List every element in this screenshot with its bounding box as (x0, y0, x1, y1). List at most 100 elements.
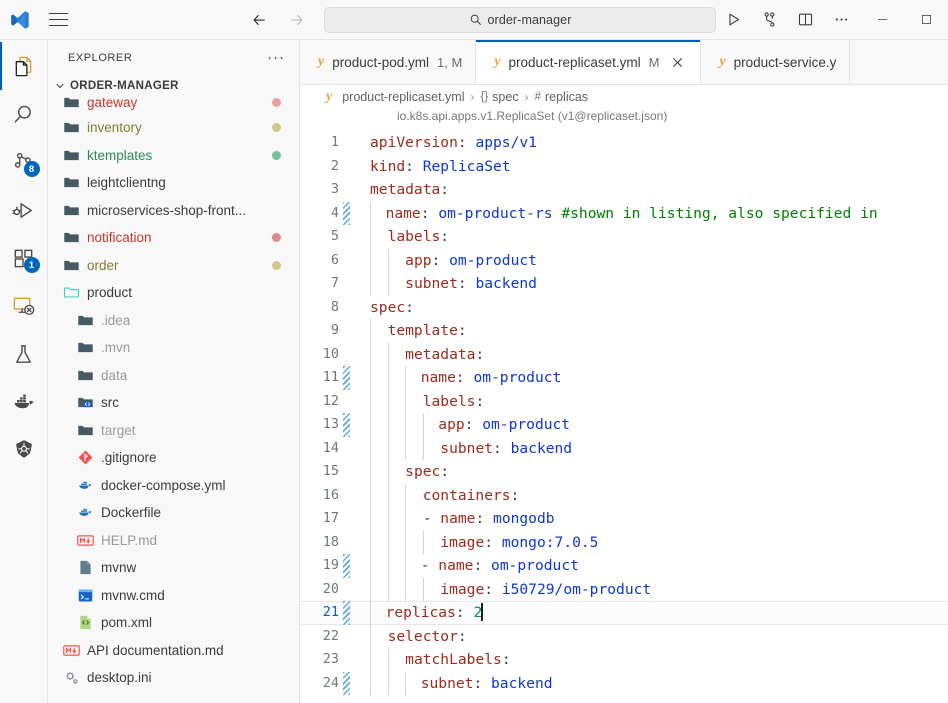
tree-item-gateway[interactable]: gateway (48, 97, 299, 114)
tree-item-help-md[interactable]: HELP.md (48, 527, 299, 555)
arrow-back-icon[interactable] (248, 9, 270, 31)
activity-bar: 8 1 (0, 40, 48, 703)
code-line[interactable]: 8 spec: (300, 296, 948, 320)
tree-item-docker-compose-yml[interactable]: docker-compose.yml (48, 472, 299, 500)
tree-item-target[interactable]: target (48, 417, 299, 445)
command-center-search[interactable]: order-manager (324, 6, 716, 33)
code-line[interactable]: 7 subnet: backend (300, 272, 948, 296)
code-line[interactable]: 5 labels: (300, 225, 948, 249)
tree-item-notification[interactable]: notification (48, 224, 299, 252)
code-line[interactable]: 17 - name: mongodb (300, 507, 948, 531)
code-line[interactable]: 20 image: i50729/om-product (300, 577, 948, 601)
indent-guide (387, 554, 389, 578)
code-line[interactable]: 13 app: om-product (300, 413, 948, 437)
code-line[interactable]: 12 labels: (300, 389, 948, 413)
sidebar-header: EXPLORER ··· (48, 40, 299, 75)
sidebar-more-actions-button[interactable]: ··· (261, 50, 291, 65)
tree-item-data[interactable]: data (48, 362, 299, 390)
tree-item-leightclientng[interactable]: leightclientng (48, 169, 299, 197)
indent-guide (387, 648, 389, 672)
code-line[interactable]: 2 kind: ReplicaSet (300, 155, 948, 179)
close-icon[interactable] (667, 52, 687, 72)
tree-item-label: mvnw.cmd (101, 587, 165, 603)
line-number: 14 (322, 439, 339, 456)
tree-item-inventory[interactable]: inventory (48, 114, 299, 142)
activity-search[interactable] (0, 90, 48, 138)
tab-product-service[interactable]: y product-service.y (701, 40, 851, 84)
activity-explorer[interactable] (0, 42, 48, 90)
line-number: 10 (322, 345, 339, 362)
code-text: spec: (405, 463, 450, 480)
tree-item-mvnw[interactable]: mvnw (48, 554, 299, 582)
activity-testing[interactable] (0, 330, 48, 378)
code-line[interactable]: 10 metadata: (300, 342, 948, 366)
line-number: 19 (322, 557, 339, 573)
line-number: 20 (322, 580, 339, 597)
code-line[interactable]: 15 spec: (300, 460, 948, 484)
breadcrumb-item[interactable]: # replicas (535, 90, 588, 104)
code-line[interactable]: 16 containers: (300, 483, 948, 507)
tree-item-microservices-shop-front[interactable]: microservices-shop-front... (48, 197, 299, 225)
tree-item-dockerfile[interactable]: Dockerfile (48, 499, 299, 527)
tree-item-api-documentation-md[interactable]: API documentation.md (48, 637, 299, 665)
editor-area: y product-pod.yml 1, M y product-replicaset.… (300, 40, 948, 703)
code-line[interactable]: 4 name: om-product-rs #shown in listing,… (300, 201, 948, 225)
more-actions-button[interactable] (824, 5, 858, 35)
indent-guide (422, 413, 424, 437)
gutter-spacer (342, 507, 352, 531)
maximize-window-button[interactable] (904, 0, 948, 40)
activity-source-control[interactable]: 8 (0, 138, 48, 186)
code-line[interactable]: 11 name: om-product (300, 366, 948, 390)
code-line[interactable]: 22 selector: (300, 624, 948, 648)
code-editor[interactable]: 1 apiVersion: apps/v1 2 kind: ReplicaSet 3 me… (300, 131, 948, 703)
source-control-badge: 8 (23, 161, 40, 177)
code-line[interactable]: 19 - name: om-product (300, 554, 948, 578)
tree-item-idea[interactable]: .idea (48, 307, 299, 335)
code-line[interactable]: 14 subnet: backend (300, 436, 948, 460)
file-tree[interactable]: gateway inventory ktemplates leightclientng… (48, 97, 299, 703)
breadcrumb-item[interactable]: {} spec (480, 90, 518, 104)
yaml-icon: y (719, 54, 726, 69)
code-line[interactable]: 23 matchLabels: (300, 648, 948, 672)
tree-item-desktop-ini[interactable]: desktop.ini (48, 664, 299, 692)
tab-product-pod[interactable]: y product-pod.yml 1, M (300, 40, 477, 84)
activity-extensions[interactable]: 1 (0, 234, 48, 282)
tree-item-product[interactable]: product (48, 279, 299, 307)
line-number: 7 (330, 275, 339, 291)
code-line[interactable]: 3 metadata: (300, 178, 948, 202)
run-code-button[interactable] (716, 5, 750, 35)
code-line[interactable]: 9 template: (300, 319, 948, 343)
toggle-panel-layout-button[interactable] (788, 5, 822, 35)
line-number: 13 (322, 416, 339, 432)
tree-item-order[interactable]: order (48, 252, 299, 280)
tree-item-gitignore[interactable]: .gitignore (48, 444, 299, 472)
line-number: 22 (322, 627, 339, 644)
activity-run-debug[interactable] (0, 186, 48, 234)
minimize-window-button[interactable] (860, 0, 904, 40)
hamburger-menu-icon[interactable] (40, 13, 78, 26)
source-control-graph-button[interactable] (752, 5, 786, 35)
code-line[interactable]: 18 image: mongo:7.0.5 (300, 530, 948, 554)
code-line[interactable]: 6 app: om-product (300, 248, 948, 272)
sidebar-title: EXPLORER (68, 51, 133, 64)
code-line[interactable]: 1 apiVersion: apps/v1 (300, 131, 948, 155)
tree-item-mvnw-cmd[interactable]: mvnw.cmd (48, 582, 299, 610)
activity-remote-explorer[interactable] (0, 282, 48, 330)
tree-item-src[interactable]: src (48, 389, 299, 417)
breadcrumb-item[interactable]: product-replicaset.yml (342, 90, 464, 104)
activity-docker[interactable] (0, 378, 48, 426)
arrow-forward-icon (286, 9, 308, 31)
folder-src-icon (74, 394, 96, 411)
tree-item-label: HELP.md (101, 532, 158, 548)
explorer-root-folder[interactable]: ORDER-MANAGER (48, 75, 299, 97)
tree-item-ktemplates[interactable]: ktemplates (48, 142, 299, 170)
tree-item-mvn[interactable]: .mvn (48, 334, 299, 362)
tab-product-replicaset[interactable]: y product-replicaset.yml M (476, 40, 702, 84)
indent-guide (370, 319, 371, 343)
code-line[interactable]: 21 replicas: 2 (300, 601, 948, 625)
code-line[interactable]: 24 subnet: backend (300, 671, 948, 695)
tree-item-label: API documentation.md (87, 642, 224, 658)
activity-kubernetes[interactable] (0, 426, 48, 474)
tree-item-pom-xml[interactable]: pom.xml (48, 609, 299, 637)
code-text: selector: (387, 627, 467, 645)
